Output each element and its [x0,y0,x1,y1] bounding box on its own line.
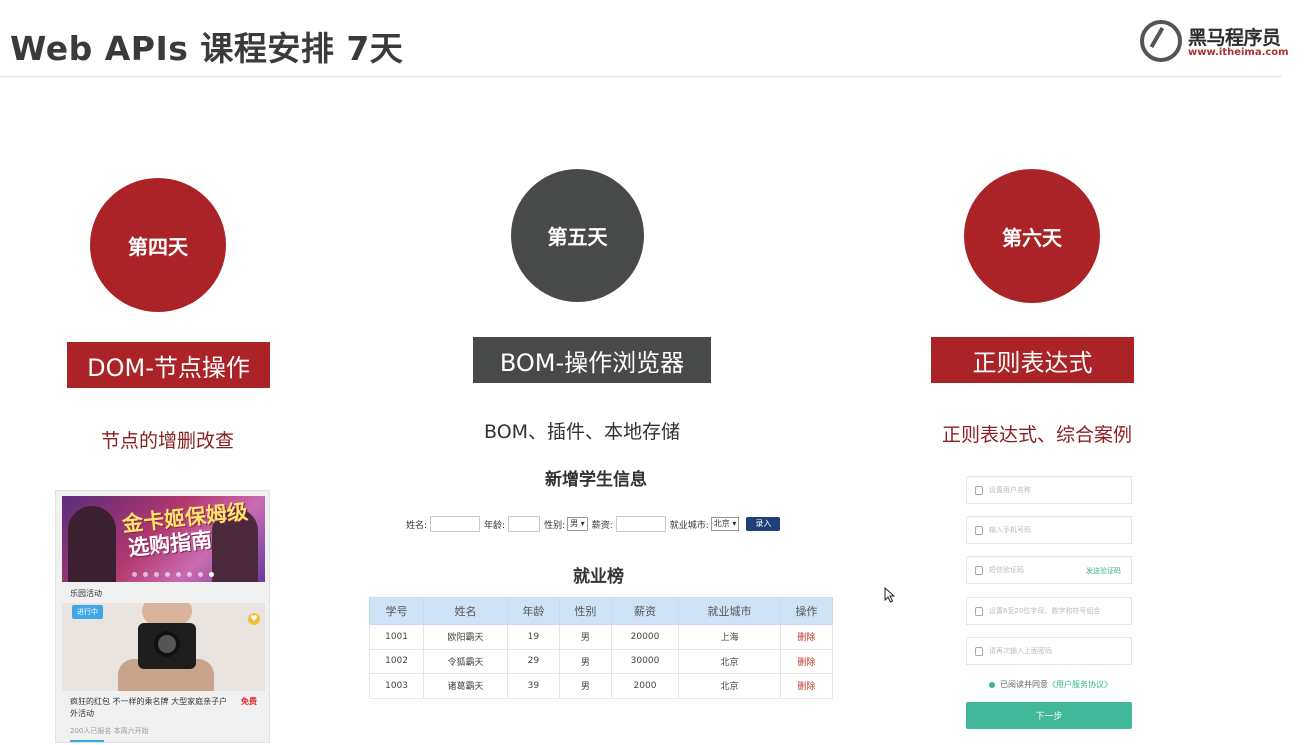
age-label: 年龄: [484,520,506,531]
horse-logo-icon [1140,20,1182,62]
column-header: 性别 [558,597,612,625]
lock-icon [975,646,983,656]
logo-name: 黑马程序员 [1188,27,1281,49]
send-code-button[interactable]: 发送验证码 [1086,566,1121,576]
day6-circle: 第六天 [964,169,1100,303]
delete-link[interactable]: 删除 [779,673,834,699]
employment-table: 学号 姓名 年龄 性别 薪资 就业城市 操作 1001 欧阳霸天 19 男 20… [368,597,834,699]
logo-url: www.itheima.com [1188,47,1289,58]
check-icon [989,681,995,688]
day5-topic-banner: BOM-操作浏览器 [473,337,711,383]
table-row: 1002 令狐霸天 29 男 30000 北京 删除 [368,648,834,674]
mouse-cursor-icon [884,587,896,603]
carousel-dots[interactable] [132,572,214,577]
promo-banner-image: 金卡姬保姆级 选购指南 [62,496,265,582]
agreement-checkbox[interactable]: 已阅读并同意 《用户服务协议》 [989,679,1112,690]
gender-select[interactable]: 男 ▾ [567,517,588,531]
day4-topic-banner: DOM-节点操作 [67,342,270,388]
column-header: 操作 [779,597,834,625]
submit-button[interactable]: 录入 [746,517,781,531]
city-label: 就业城市: [669,520,709,531]
tab-indicator [70,740,104,742]
column-header: 就业城市 [678,597,781,625]
start-time: 本周六开始 [113,727,149,735]
delete-link[interactable]: 删除 [779,648,834,674]
header-divider [0,76,1282,77]
name-input[interactable] [430,516,481,532]
column-header: 姓名 [423,597,508,625]
table-header-row: 学号 姓名 年龄 性别 薪资 就业城市 操作 [368,597,834,625]
column-header: 年龄 [506,597,560,625]
table-row: 1003 诸葛霸天 39 男 2000 北京 删除 [368,673,834,699]
day6-subtitle: 正则表达式、综合案例 [942,424,1133,446]
message-icon [975,565,983,575]
student-form-title: 新增学生信息 [545,470,647,490]
phone-icon [975,525,983,535]
salary-label: 薪资: [591,520,613,531]
username-field[interactable]: 设置用户名称 [966,476,1132,504]
status-badge: 进行中 [72,605,103,619]
agreement-link[interactable]: 《用户服务协议》 [1048,679,1112,690]
lock-icon [975,606,983,616]
day6-topic-banner: 正则表达式 [931,337,1134,383]
slide-title: Web APIs 课程安排 7天 [10,29,404,68]
phone-field[interactable]: 输入手机号码 [966,516,1132,544]
next-step-button[interactable]: 下一步 [966,702,1132,729]
day4-subtitle: 节点的增删改查 [101,430,235,452]
password-field[interactable]: 设置6至20位字母、数字和符号组合 [966,597,1132,625]
delete-link[interactable]: 删除 [779,624,834,650]
confirm-password-field[interactable]: 请再次输入上面密码 [966,637,1132,665]
activity-meta: 200人已报名 本周六开始 [70,726,149,736]
day5-subtitle: BOM、插件、本地存储 [484,421,681,443]
user-icon [975,485,983,495]
banner-person-left [68,506,116,582]
city-select[interactable]: 北京 ▾ [710,517,740,531]
column-header: 学号 [368,597,425,625]
activity-description[interactable]: 疯狂的红包 不一样的乘名牌 大型家庭亲子户外活动 [70,696,230,720]
column-header: 薪资 [610,597,680,625]
gender-label: 性别: [544,520,566,531]
table-row: 1001 欧阳霸天 19 男 20000 上海 删除 [368,624,834,650]
section-label: 乐园活动 [70,589,102,598]
day5-circle: 第五天 [511,169,644,302]
mobile-page-preview: 金卡姬保姆级 选购指南 乐园活动 进行中 ♥ 疯狂的红包 不一样的乘名牌 大型家… [55,490,270,743]
student-form: 姓名: 年龄: 性别: 男 ▾ 薪资: 就业城市: 北京 ▾ 录入 [406,515,781,533]
age-input[interactable] [508,516,541,532]
activity-photo[interactable]: 进行中 ♥ [62,603,265,691]
sms-code-field[interactable]: 短信验证码 发送验证码 [966,556,1132,584]
brand-logo: 黑马程序员 www.itheima.com [1140,18,1290,66]
salary-input[interactable] [615,516,666,532]
price-tag: 免费 [241,697,257,706]
name-label: 姓名: [406,520,428,531]
signup-count: 200人已报名 [70,727,112,735]
favorite-icon[interactable]: ♥ [248,613,260,625]
day4-circle: 第四天 [90,178,226,312]
employment-table-title: 就业榜 [573,567,624,587]
